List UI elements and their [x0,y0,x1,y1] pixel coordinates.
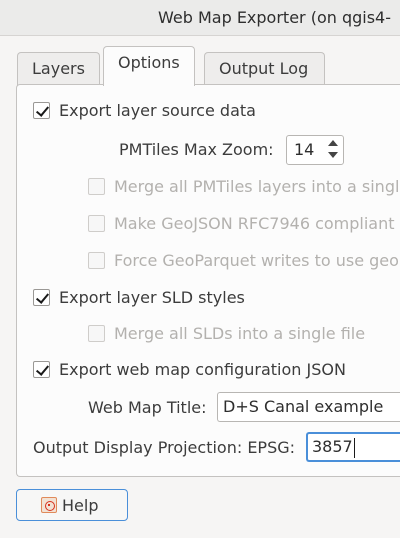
merge-sld-checkbox [88,325,105,342]
merge-pmtiles-checkbox [88,178,105,195]
pmtiles-zoom-spinbox[interactable]: 14 [286,135,344,165]
export-source-checkbox[interactable] [33,102,50,119]
help-label: Help [62,495,99,515]
help-icon [41,497,57,513]
tab-layers[interactable]: Layers [17,52,100,86]
geoparquet-label: Force GeoParquet writes to use geo [114,251,399,270]
tab-output-log[interactable]: Output Log [204,52,326,86]
help-button[interactable]: Help [16,489,128,521]
export-source-row[interactable]: Export layer source data [33,101,256,120]
web-map-title-label: Web Map Title: [88,398,207,417]
geojson-rfc-label: Make GeoJSON RFC7946 compliant [114,214,395,233]
web-map-title-input[interactable]: D+S Canal example [217,392,400,422]
merge-sld-row: Merge all SLDs into a single file [88,324,365,343]
projection-value: 3857 [312,437,353,456]
pmtiles-zoom-label: PMTiles Max Zoom: [119,140,274,159]
projection-label: Output Display Projection: EPSG: [33,438,296,457]
export-sld-checkbox[interactable] [33,289,50,306]
tab-options[interactable]: Options [103,46,195,86]
title-bar: Web Map Exporter (on qgis4- [0,0,400,36]
projection-row: Output Display Projection: EPSG: [33,438,295,457]
export-sld-row[interactable]: Export layer SLD styles [33,288,245,307]
arrow-up-icon[interactable] [328,140,338,146]
geoparquet-checkbox [88,252,105,269]
projection-input[interactable]: 3857 [306,432,400,462]
merge-pmtiles-row: Merge all PMTiles layers into a singl [88,177,399,196]
merge-sld-label: Merge all SLDs into a single file [114,324,366,343]
geojson-rfc-row: Make GeoJSON RFC7946 compliant [88,214,395,233]
text-caret [353,437,355,458]
pmtiles-zoom-value: 14 [294,140,315,159]
web-map-title-row: Web Map Title: [88,398,207,417]
export-source-label: Export layer source data [59,101,256,120]
export-config-label: Export web map configuration JSON [59,360,346,379]
spinbox-arrows[interactable] [325,138,341,162]
window-title: Web Map Exporter (on qgis4- [158,8,392,27]
merge-pmtiles-label: Merge all PMTiles layers into a singl [114,177,400,196]
export-config-checkbox[interactable] [33,361,50,378]
pmtiles-zoom-row: PMTiles Max Zoom: [119,140,274,159]
web-map-title-value: D+S Canal example [223,397,384,416]
export-config-row[interactable]: Export web map configuration JSON [33,360,346,379]
geoparquet-row: Force GeoParquet writes to use geo [88,251,399,270]
geojson-rfc-checkbox [88,215,105,232]
export-sld-label: Export layer SLD styles [59,288,245,307]
arrow-down-icon[interactable] [328,152,338,158]
